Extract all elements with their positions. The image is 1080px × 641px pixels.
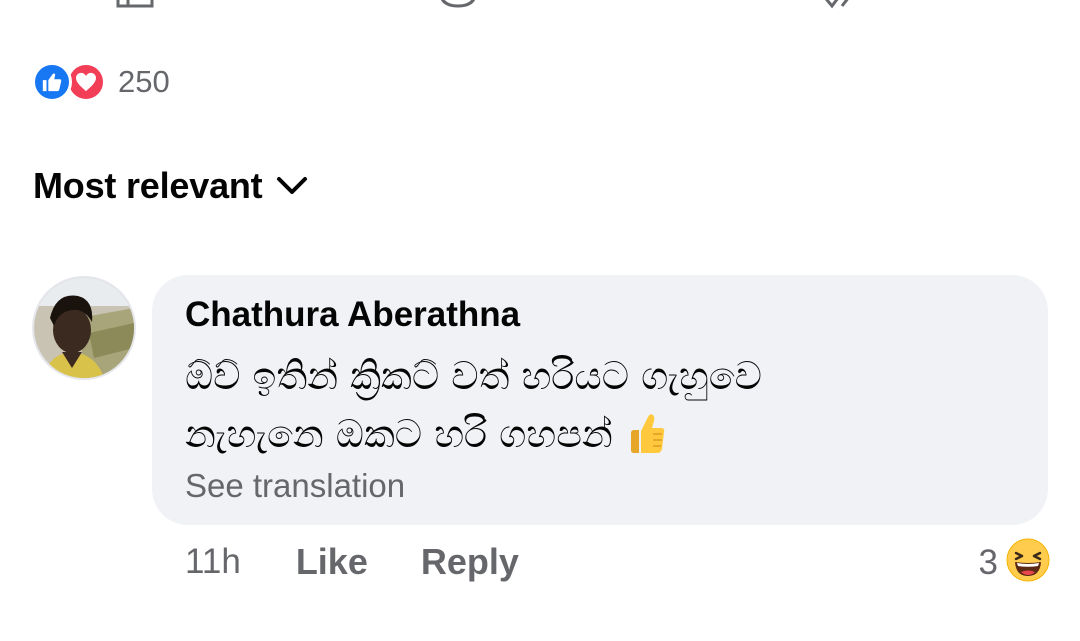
comment-text-line-1: ඕව් ඉතින් ක්‍රිකට් වත් හරියට ගැහුවෙ — [185, 354, 762, 398]
comment-text: ඕව් ඉතින් ක්‍රිකට් වත් හරියට ගැහුවෙ නැහැ… — [185, 347, 1005, 473]
comment-action-icon[interactable] — [436, 0, 480, 10]
comment-reactions[interactable]: 3 — [979, 538, 1050, 587]
comment-author[interactable]: Chathura Aberathna — [185, 295, 520, 335]
reaction-count: 250 — [118, 64, 170, 99]
sort-label: Most relevant — [33, 165, 263, 206]
comment-bubble: Chathura Aberathna ඕව් ඉතින් ක්‍රිකට් වත… — [152, 275, 1048, 525]
like-icon — [32, 62, 72, 102]
love-icon — [66, 62, 106, 102]
haha-icon — [1006, 538, 1050, 587]
reply-button[interactable]: Reply — [421, 541, 519, 583]
reactions-summary[interactable]: 250 — [32, 60, 170, 104]
share-action-icon[interactable] — [818, 0, 862, 10]
thumbs-up-icon — [627, 411, 667, 473]
comment-text-line-2: නැහැනෙ ඔකට හරි ගහපන් — [185, 405, 1005, 473]
comment-reaction-count: 3 — [978, 542, 998, 582]
like-action-icon[interactable] — [112, 0, 156, 10]
avatar[interactable] — [32, 276, 136, 380]
comment-actions: 11h Like Reply — [185, 540, 519, 584]
comment-text-line-2-text: නැහැනෙ ඔකට හරි ගහපන් — [185, 412, 613, 456]
like-button[interactable]: Like — [296, 541, 368, 583]
comments-panel: 250 Most relevant Chathura Aberathna ඕව්… — [0, 0, 1080, 641]
sort-dropdown[interactable]: Most relevant — [33, 165, 308, 207]
comment-timestamp[interactable]: 11h — [185, 542, 241, 582]
post-action-bar — [0, 0, 1080, 14]
see-translation-link[interactable]: See translation — [185, 467, 405, 505]
chevron-down-icon — [276, 176, 308, 196]
